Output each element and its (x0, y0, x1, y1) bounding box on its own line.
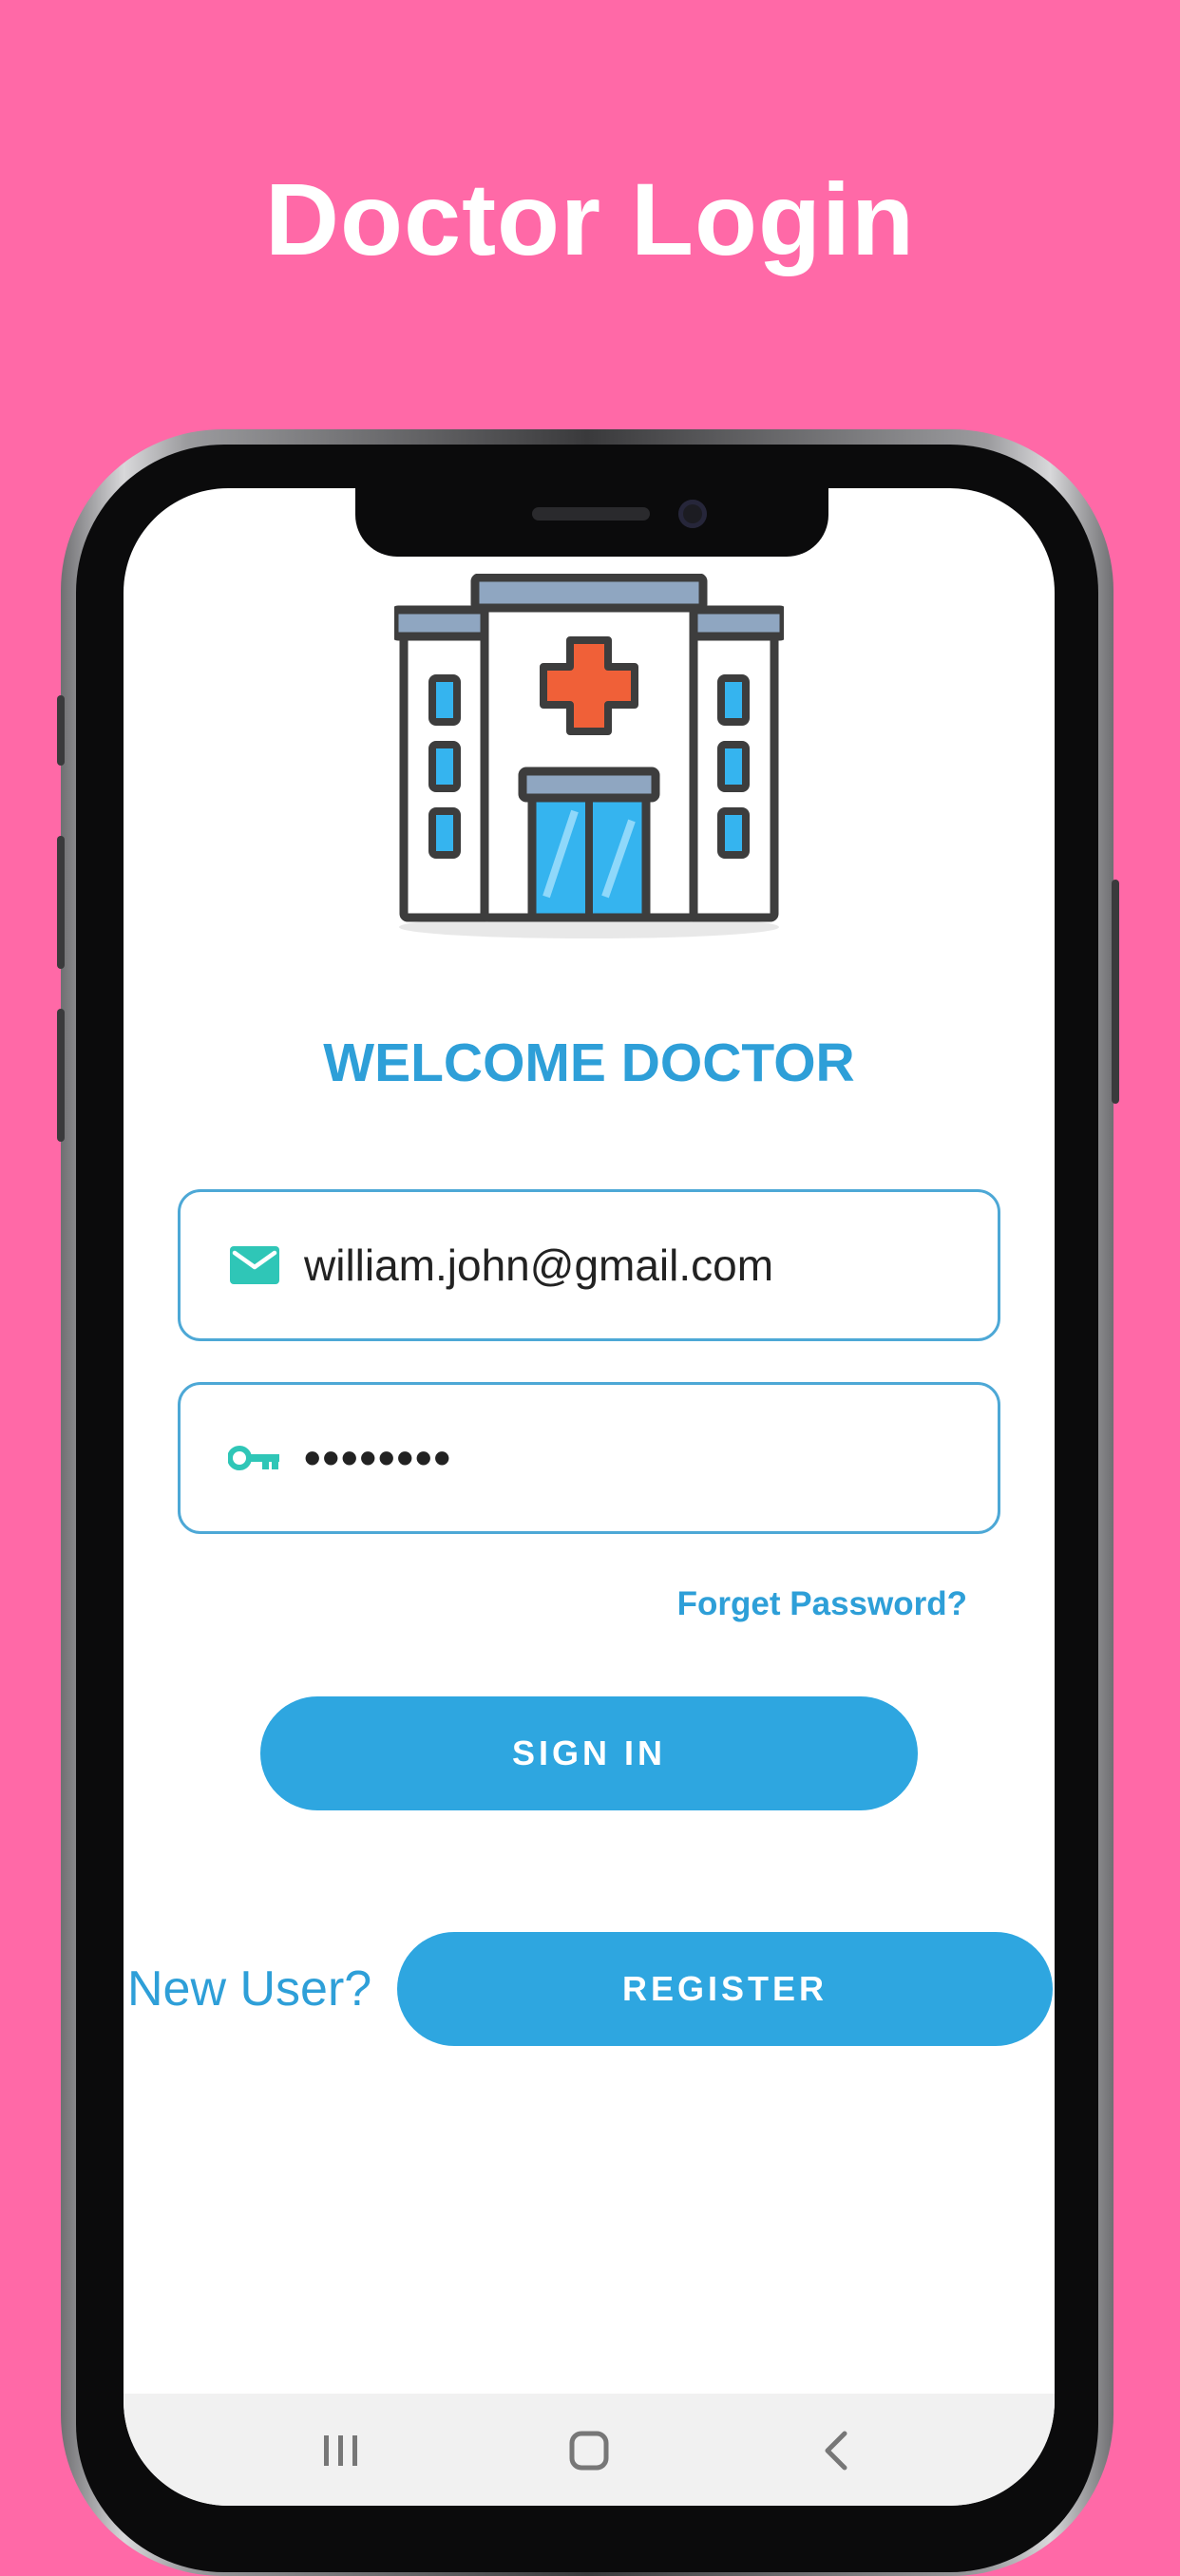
new-user-label: New User? (127, 1961, 372, 2017)
password-field[interactable]: •••••••• (178, 1382, 1000, 1534)
register-button[interactable]: REGISTER (397, 1932, 1053, 2046)
speaker-grille (532, 507, 650, 521)
phone-power-button (1112, 880, 1119, 1104)
sign-in-button[interactable]: SIGN IN (260, 1696, 918, 1810)
page-title: Doctor Login (265, 161, 915, 276)
mail-icon (228, 1239, 281, 1292)
phone-screen: WELCOME DOCTOR william.john@gmail.com ••… (124, 488, 1055, 2506)
welcome-heading: WELCOME DOCTOR (323, 1032, 855, 1093)
email-field[interactable]: william.john@gmail.com (178, 1189, 1000, 1341)
recent-apps-icon[interactable] (303, 2413, 379, 2489)
key-icon (228, 1431, 281, 1485)
forgot-password-link[interactable]: Forget Password? (677, 1585, 967, 1623)
email-value: william.john@gmail.com (304, 1241, 774, 1290)
phone-volume-up-button (57, 836, 65, 969)
password-value: •••••••• (304, 1431, 453, 1485)
home-icon[interactable] (551, 2413, 627, 2489)
back-icon[interactable] (799, 2413, 875, 2489)
system-nav-bar (124, 2394, 1055, 2506)
phone-volume-down-button (57, 1009, 65, 1142)
phone-mute-switch (57, 695, 65, 766)
hospital-illustration (390, 573, 789, 954)
phone-notch (355, 488, 828, 557)
front-camera (678, 500, 707, 528)
